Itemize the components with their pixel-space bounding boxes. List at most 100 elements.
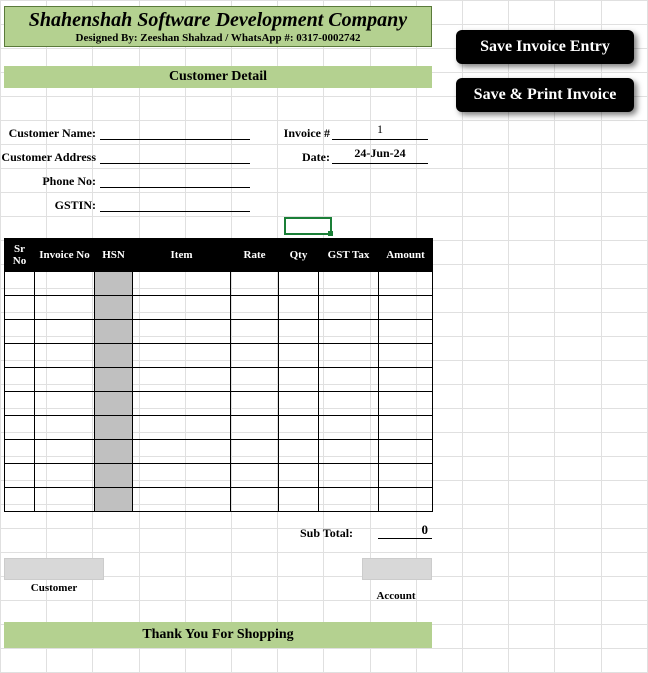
cell-qty[interactable]	[279, 488, 319, 512]
cell-inv[interactable]	[35, 272, 95, 296]
cell-sr[interactable]	[5, 320, 35, 344]
cell-rate[interactable]	[231, 368, 279, 392]
cell-sr[interactable]	[5, 272, 35, 296]
cell-amt[interactable]	[379, 344, 433, 368]
cell-rate[interactable]	[231, 296, 279, 320]
cell-gst[interactable]	[319, 488, 379, 512]
cell-inv[interactable]	[35, 416, 95, 440]
table-row[interactable]	[5, 488, 433, 512]
cell-qty[interactable]	[279, 296, 319, 320]
cell-item[interactable]	[133, 320, 231, 344]
table-row[interactable]	[5, 344, 433, 368]
cell-inv[interactable]	[35, 296, 95, 320]
cell-qty[interactable]	[279, 440, 319, 464]
cell-qty[interactable]	[279, 392, 319, 416]
cell-qty[interactable]	[279, 344, 319, 368]
cell-sr[interactable]	[5, 416, 35, 440]
cell-amt[interactable]	[379, 392, 433, 416]
cell-gst[interactable]	[319, 296, 379, 320]
cell-inv[interactable]	[35, 464, 95, 488]
cell-item[interactable]	[133, 296, 231, 320]
cell-hsn[interactable]	[95, 416, 133, 440]
cell-item[interactable]	[133, 368, 231, 392]
cell-item[interactable]	[133, 488, 231, 512]
table-row[interactable]	[5, 392, 433, 416]
cell-rate[interactable]	[231, 440, 279, 464]
cell-item[interactable]	[133, 344, 231, 368]
cell-rate[interactable]	[231, 272, 279, 296]
cell-inv[interactable]	[35, 320, 95, 344]
cell-rate[interactable]	[231, 320, 279, 344]
table-row[interactable]	[5, 296, 433, 320]
cell-qty[interactable]	[279, 464, 319, 488]
cell-qty[interactable]	[279, 416, 319, 440]
table-row[interactable]	[5, 320, 433, 344]
cell-item[interactable]	[133, 272, 231, 296]
cell-hsn[interactable]	[95, 296, 133, 320]
cell-sr[interactable]	[5, 392, 35, 416]
cell-qty[interactable]	[279, 368, 319, 392]
input-date[interactable]: 24-Jun-24	[332, 146, 428, 164]
cell-gst[interactable]	[319, 344, 379, 368]
cell-rate[interactable]	[231, 464, 279, 488]
cell-gst[interactable]	[319, 416, 379, 440]
cell-gst[interactable]	[319, 320, 379, 344]
save-invoice-button[interactable]: Save Invoice Entry	[456, 30, 634, 64]
table-row[interactable]	[5, 368, 433, 392]
cell-rate[interactable]	[231, 416, 279, 440]
cell-hsn[interactable]	[95, 272, 133, 296]
cell-rate[interactable]	[231, 488, 279, 512]
cell-sr[interactable]	[5, 344, 35, 368]
cell-hsn[interactable]	[95, 344, 133, 368]
input-customer-address[interactable]	[100, 146, 250, 164]
cell-gst[interactable]	[319, 272, 379, 296]
table-row[interactable]	[5, 440, 433, 464]
cell-sr[interactable]	[5, 488, 35, 512]
cell-qty[interactable]	[279, 320, 319, 344]
cell-item[interactable]	[133, 416, 231, 440]
cell-inv[interactable]	[35, 440, 95, 464]
cell-gst[interactable]	[319, 392, 379, 416]
table-row[interactable]	[5, 464, 433, 488]
items-table[interactable]: Sr No Invoice No HSN Item Rate Qty GST T…	[4, 238, 433, 512]
active-cell-cursor[interactable]	[284, 217, 332, 235]
cell-amt[interactable]	[379, 464, 433, 488]
cell-sr[interactable]	[5, 368, 35, 392]
input-gstin[interactable]	[100, 194, 250, 212]
cell-hsn[interactable]	[95, 320, 133, 344]
cell-gst[interactable]	[319, 368, 379, 392]
cell-amt[interactable]	[379, 272, 433, 296]
cell-amt[interactable]	[379, 440, 433, 464]
cell-sr[interactable]	[5, 464, 35, 488]
cell-hsn[interactable]	[95, 464, 133, 488]
cell-sr[interactable]	[5, 440, 35, 464]
cell-hsn[interactable]	[95, 368, 133, 392]
cell-gst[interactable]	[319, 464, 379, 488]
cell-inv[interactable]	[35, 488, 95, 512]
cell-amt[interactable]	[379, 296, 433, 320]
table-row[interactable]	[5, 272, 433, 296]
cell-amt[interactable]	[379, 320, 433, 344]
cell-amt[interactable]	[379, 488, 433, 512]
cell-item[interactable]	[133, 464, 231, 488]
cell-amt[interactable]	[379, 368, 433, 392]
cell-item[interactable]	[133, 440, 231, 464]
cell-inv[interactable]	[35, 392, 95, 416]
cell-amt[interactable]	[379, 416, 433, 440]
table-row[interactable]	[5, 416, 433, 440]
cell-qty[interactable]	[279, 272, 319, 296]
cell-gst[interactable]	[319, 440, 379, 464]
cell-item[interactable]	[133, 392, 231, 416]
cell-rate[interactable]	[231, 344, 279, 368]
cell-hsn[interactable]	[95, 440, 133, 464]
cell-hsn[interactable]	[95, 392, 133, 416]
cell-inv[interactable]	[35, 344, 95, 368]
cell-rate[interactable]	[231, 392, 279, 416]
cell-inv[interactable]	[35, 368, 95, 392]
save-print-invoice-button[interactable]: Save & Print Invoice	[456, 78, 634, 112]
cell-sr[interactable]	[5, 296, 35, 320]
input-phone-no[interactable]	[100, 170, 250, 188]
cell-hsn[interactable]	[95, 488, 133, 512]
input-invoice-no[interactable]: 1	[332, 122, 428, 140]
input-customer-name[interactable]	[100, 122, 250, 140]
